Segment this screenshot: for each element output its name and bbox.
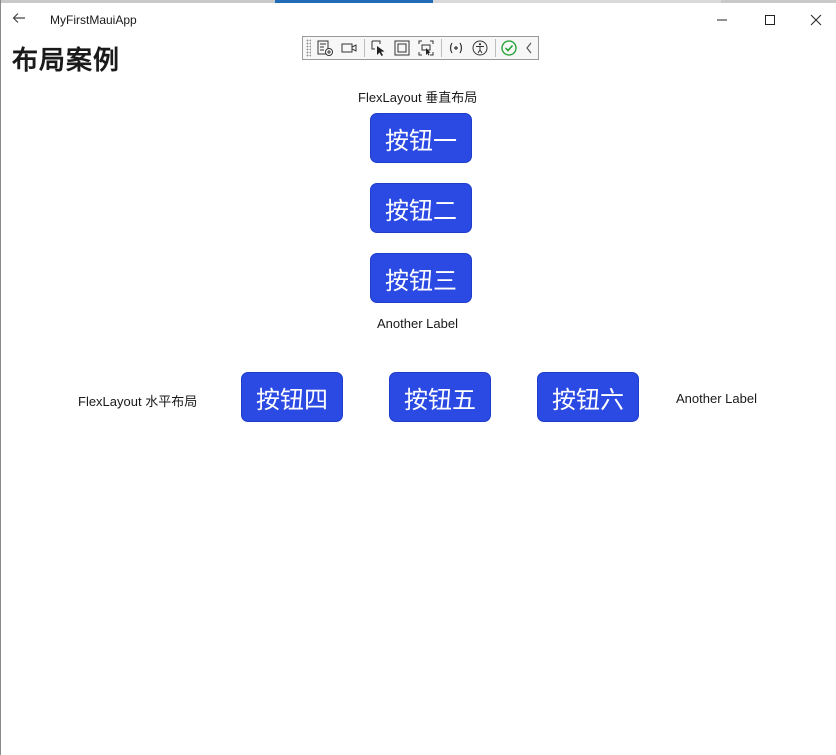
button-four[interactable]: 按钮四 — [241, 372, 343, 422]
toolbar-separator — [441, 39, 443, 57]
select-element-icon[interactable] — [369, 38, 389, 58]
record-icon[interactable] — [339, 38, 359, 58]
vertical-layout-label: FlexLayout 垂直布局 — [358, 90, 478, 105]
title-bar: MyFirstMauiApp — [1, 3, 836, 37]
horizontal-footer-label: Another Label — [676, 391, 757, 406]
live-visual-tree-icon[interactable] — [315, 38, 335, 58]
maximize-button[interactable] — [747, 3, 793, 37]
back-button[interactable] — [5, 6, 33, 34]
close-window-button[interactable] — [793, 3, 836, 37]
vertical-footer-label: Another Label — [377, 316, 458, 331]
button-five[interactable]: 按钮五 — [389, 372, 491, 422]
minimize-icon — [716, 11, 728, 30]
button-six[interactable]: 按钮六 — [537, 372, 639, 422]
display-layout-adorners-icon[interactable] — [393, 38, 413, 58]
xaml-debug-toolbar — [302, 36, 539, 60]
page-title: 布局案例 — [12, 46, 121, 76]
close-icon — [810, 11, 822, 30]
button-one[interactable]: 按钮一 — [370, 113, 472, 163]
track-focus-icon[interactable] — [416, 38, 436, 58]
back-arrow-icon — [11, 10, 27, 30]
accessibility-checker-icon[interactable] — [470, 38, 490, 58]
app-title: MyFirstMauiApp — [50, 13, 137, 27]
collapse-toolbar-icon[interactable] — [523, 38, 534, 58]
app-window: MyFirstMauiApp 布局案例 FlexLayout 垂直布局 按钮一 … — [0, 0, 836, 755]
horizontal-layout-label: FlexLayout 水平布局 — [78, 394, 198, 409]
minimize-button[interactable] — [699, 3, 745, 37]
toolbar-grip-icon[interactable] — [306, 39, 312, 57]
binding-failures-icon[interactable] — [446, 38, 466, 58]
toolbar-separator — [494, 39, 496, 57]
button-two[interactable]: 按钮二 — [370, 183, 472, 233]
maximize-icon — [764, 11, 776, 30]
toolbar-separator — [363, 39, 365, 57]
hot-reload-status-icon[interactable] — [499, 38, 519, 58]
button-three[interactable]: 按钮三 — [370, 253, 472, 303]
